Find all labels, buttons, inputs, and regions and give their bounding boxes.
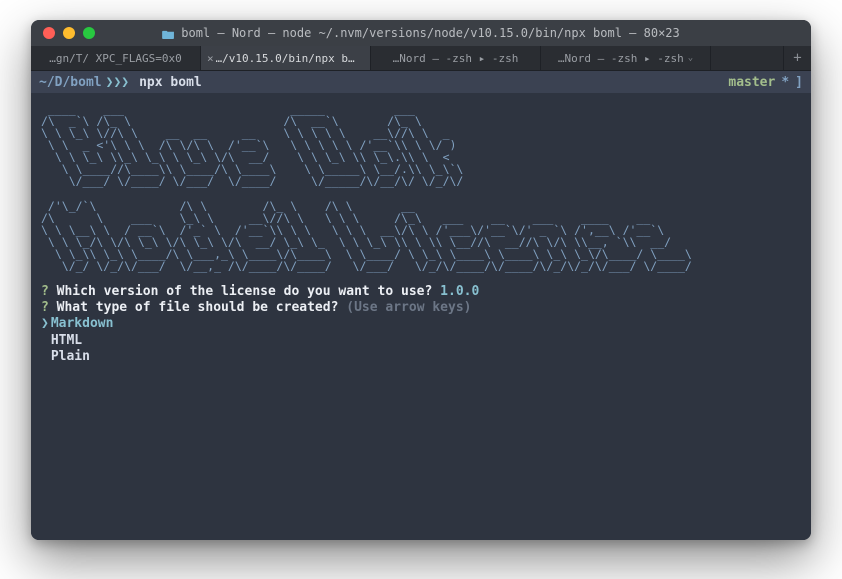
question-hint: (Use arrow keys) bbox=[346, 300, 471, 315]
option-row[interactable]: Plain bbox=[41, 349, 801, 365]
tab-label: …Nord — -zsh ▸ -zsh bbox=[393, 52, 519, 65]
prompt-command: npx boml bbox=[139, 75, 202, 90]
folder-icon bbox=[162, 28, 175, 38]
minimize-icon[interactable] bbox=[63, 27, 75, 39]
question-answer: 1.0.0 bbox=[440, 284, 479, 299]
question-text: Which version of the license do you want… bbox=[57, 284, 433, 299]
question-icon: ? bbox=[41, 300, 49, 315]
question-row: ? What type of file should be created? (… bbox=[41, 300, 801, 316]
caret-icon: ❯ bbox=[41, 316, 49, 332]
tab-4[interactable]: …Nord — -zsh ▸ -zsh ⌄ bbox=[541, 46, 711, 70]
window-title: boml — Nord — node ~/.nvm/versions/node/… bbox=[31, 26, 811, 40]
traffic-lights bbox=[31, 27, 95, 39]
question-row: ? Which version of the license do you wa… bbox=[41, 284, 801, 300]
question-text: What type of file should be created? bbox=[57, 300, 339, 315]
bracket-icon: ] bbox=[795, 75, 803, 90]
plus-icon: + bbox=[793, 50, 801, 66]
option-label: Plain bbox=[51, 349, 90, 364]
caret-icon bbox=[41, 333, 49, 349]
option-row[interactable]: ❯Markdown bbox=[41, 316, 801, 332]
chevron-down-icon[interactable]: ⌄ bbox=[688, 53, 693, 63]
option-label: Markdown bbox=[51, 316, 114, 331]
close-icon[interactable] bbox=[43, 27, 55, 39]
close-icon[interactable]: × bbox=[207, 52, 214, 65]
prompt-path: ~/D/boml bbox=[39, 75, 102, 90]
tab-1[interactable]: …gn/T/ XPC_FLAGS=0x0 bbox=[31, 46, 201, 70]
window-title-text: boml — Nord — node ~/.nvm/versions/node/… bbox=[181, 26, 680, 40]
tabbar: …gn/T/ XPC_FLAGS=0x0 × …/v10.15.0/bin/np… bbox=[31, 46, 811, 71]
tab-label: …gn/T/ XPC_FLAGS=0x0 bbox=[49, 52, 181, 65]
question-icon: ? bbox=[41, 284, 49, 299]
new-tab-button[interactable]: + bbox=[783, 46, 811, 70]
prompt-git-status: master * ] bbox=[728, 75, 803, 90]
tab-label: …/v10.15.0/bin/npx boml bbox=[216, 52, 356, 65]
titlebar: boml — Nord — node ~/.nvm/versions/node/… bbox=[31, 20, 811, 46]
terminal-body[interactable]: ____ ___ _____ ___ /\ _`\ /\_ \ /\ __`\ … bbox=[31, 93, 811, 540]
caret-icon bbox=[41, 349, 49, 365]
git-dirty-icon: * bbox=[781, 75, 789, 90]
zoom-icon[interactable] bbox=[83, 27, 95, 39]
option-label: HTML bbox=[51, 333, 82, 348]
option-row[interactable]: HTML bbox=[41, 333, 801, 349]
tab-3[interactable]: …Nord — -zsh ▸ -zsh bbox=[371, 46, 541, 70]
git-branch: master bbox=[728, 75, 775, 90]
tab-2[interactable]: × …/v10.15.0/bin/npx boml bbox=[201, 46, 371, 70]
prompt-bar: ~/D/boml ❯❯❯ npx boml master * ] bbox=[31, 71, 811, 93]
terminal-window: boml — Nord — node ~/.nvm/versions/node/… bbox=[31, 20, 811, 540]
prompt-chevrons-icon: ❯❯❯ bbox=[106, 75, 129, 90]
ascii-banner: ____ ___ _____ ___ /\ _`\ /\_ \ /\ __`\ … bbox=[41, 103, 801, 272]
tab-label: …Nord — -zsh ▸ -zsh bbox=[558, 52, 684, 65]
